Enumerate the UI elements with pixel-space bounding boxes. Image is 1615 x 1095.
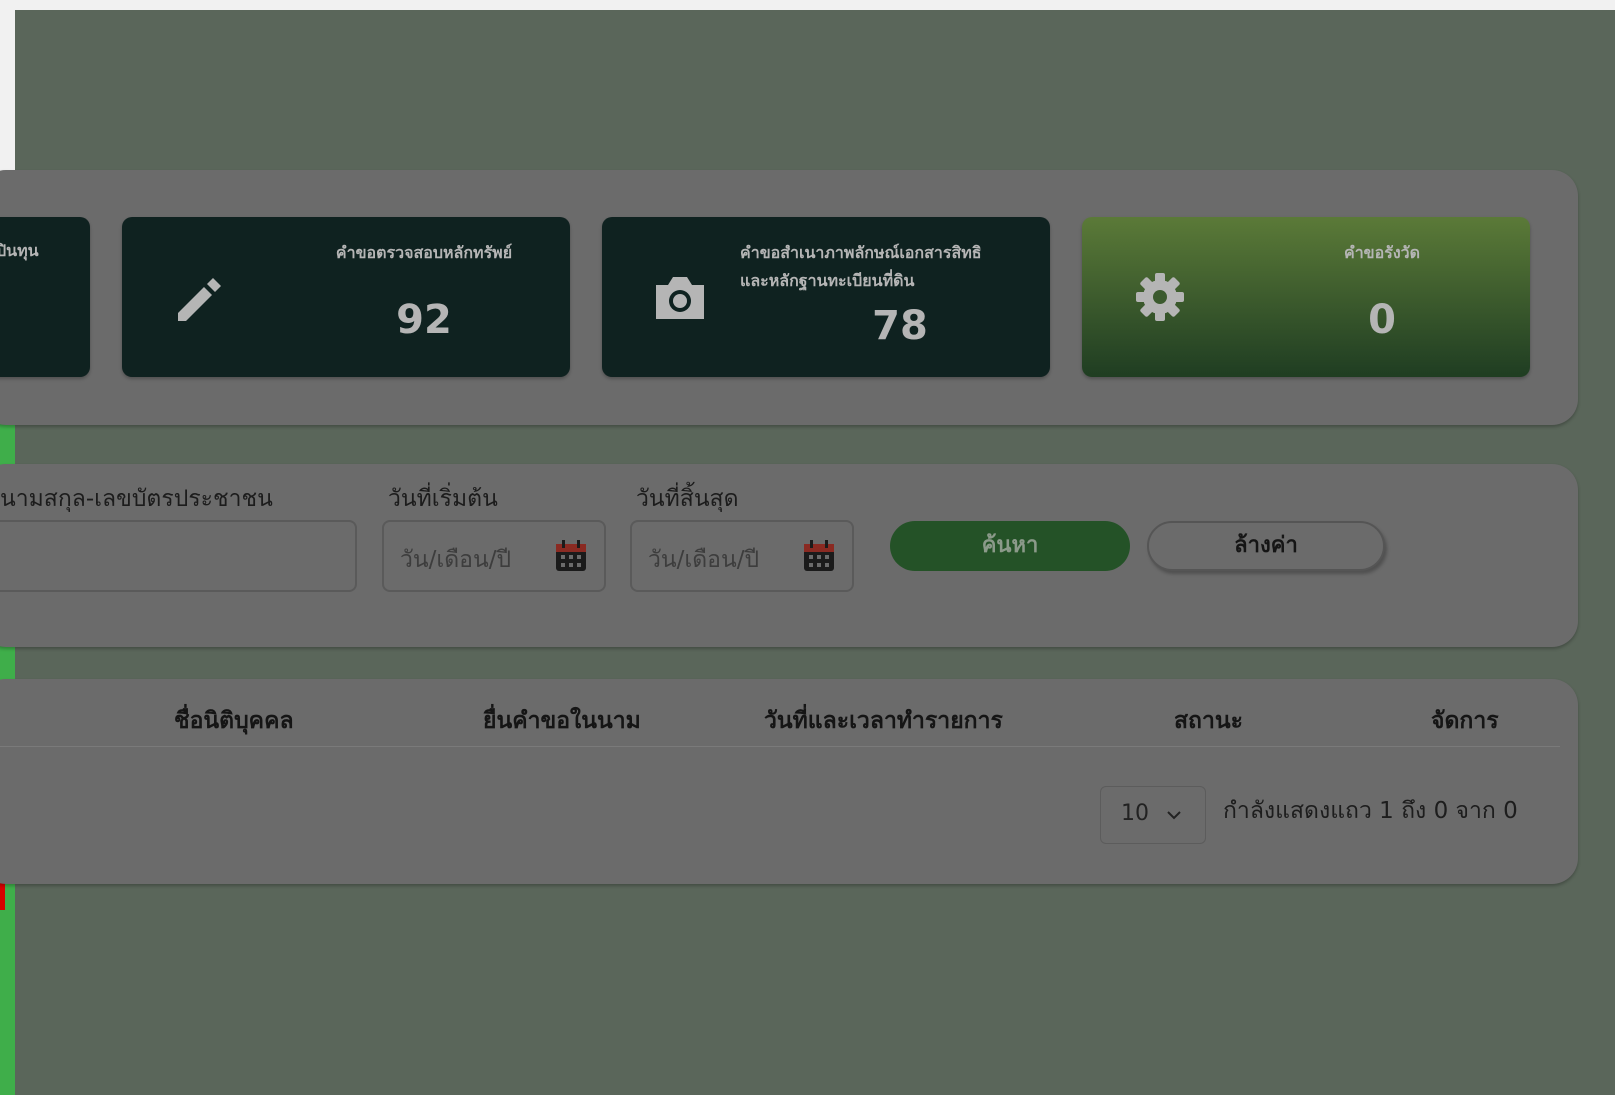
calendar-icon[interactable] xyxy=(802,539,836,573)
column-header-company: ชื่อนิติบุคคล xyxy=(174,708,294,734)
page-size-select[interactable]: 10 xyxy=(1100,786,1206,844)
stat-card-count: 0 xyxy=(1368,297,1396,343)
start-date-placeholder: วัน/เดือน/ปี xyxy=(400,547,512,573)
start-date-label: วันที่เริ่มต้น xyxy=(388,486,498,512)
table-header-divider xyxy=(0,746,1560,747)
search-panel: นามสกุล-เลขบัตรประชาชน วันที่เริ่มต้น วั… xyxy=(0,464,1578,647)
column-header-status: สถานะ xyxy=(1174,708,1243,734)
name-id-label: นามสกุล-เลขบัตรประชาชน xyxy=(0,486,273,512)
chevron-down-icon xyxy=(1165,805,1183,823)
camera-icon xyxy=(652,269,708,325)
pencil-icon xyxy=(172,269,228,325)
pagination-info: กำลังแสดงแถว 1 ถึง 0 จาก 0 xyxy=(1223,798,1518,824)
stat-card-title: คำขอตรวจสอบหลักทรัพย์ xyxy=(335,243,513,262)
name-id-input[interactable] xyxy=(0,520,357,592)
end-date-label: วันที่สิ้นสุด xyxy=(636,486,739,512)
stat-card-investment[interactable]: ปินทุน xyxy=(0,217,90,377)
gear-icon xyxy=(1132,269,1188,325)
stat-card-survey[interactable]: คำขอรังวัด 0 xyxy=(1082,217,1530,377)
search-button[interactable]: ค้นหา xyxy=(890,521,1130,571)
stat-card-asset-check[interactable]: คำขอตรวจสอบหลักทรัพย์ 92 xyxy=(122,217,570,377)
stat-card-count: 78 xyxy=(872,303,928,349)
end-date-placeholder: วัน/เดือน/ปี xyxy=(648,547,760,573)
clear-button[interactable]: ล้างค่า xyxy=(1147,521,1385,571)
stat-card-title: คำขอรังวัด xyxy=(1343,243,1420,262)
page-size-value: 10 xyxy=(1121,801,1149,826)
stat-card-title-line2: และหลักฐานทะเบียนที่ดิน xyxy=(740,271,915,290)
top-bar xyxy=(0,0,1615,10)
stat-card-count: 92 xyxy=(396,297,452,343)
end-date-input[interactable]: วัน/เดือน/ปี xyxy=(630,520,854,592)
stat-card-title: ปินทุน xyxy=(0,241,39,260)
results-table-panel: ชื่อนิติบุคคล ยื่นคำขอในนาม วันที่และเวล… xyxy=(0,679,1578,884)
column-header-applicant: ยื่นคำขอในนาม xyxy=(483,708,641,734)
column-header-actions: จัดการ xyxy=(1431,708,1499,734)
stats-panel: ปินทุน คำขอตรวจสอบหลักทรัพย์ 92 คำขอสำเน… xyxy=(0,170,1578,425)
calendar-icon[interactable] xyxy=(554,539,588,573)
start-date-input[interactable]: วัน/เดือน/ปี xyxy=(382,520,606,592)
column-header-datetime: วันที่และเวลาทำรายการ xyxy=(764,708,1003,734)
stat-card-document-copy[interactable]: คำขอสำเนาภาพลักษณ์เอกสารสิทธิ และหลักฐาน… xyxy=(602,217,1050,377)
stat-card-title-line1: คำขอสำเนาภาพลักษณ์เอกสารสิทธิ xyxy=(740,243,982,262)
